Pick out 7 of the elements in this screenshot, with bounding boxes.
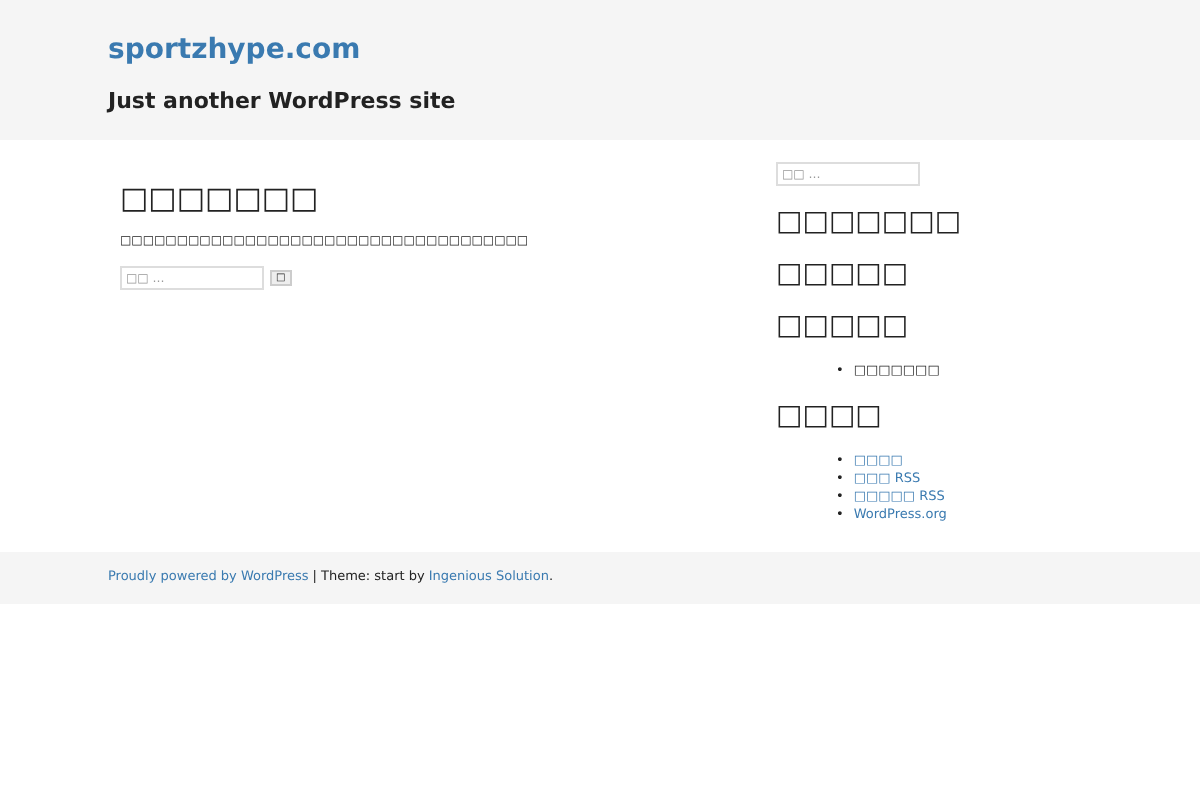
widget-heading: □□□□□: [776, 310, 911, 342]
site-tagline: Just another WordPress site: [108, 88, 458, 116]
widget-heading: □□□□□: [776, 258, 911, 290]
page-heading: □□□□□□□: [120, 180, 321, 216]
site-title[interactable]: sportzhype.com: [108, 32, 1200, 68]
widget-heading: □□□□□□□: [776, 206, 962, 238]
widget-heading: □□□□: [776, 400, 884, 432]
